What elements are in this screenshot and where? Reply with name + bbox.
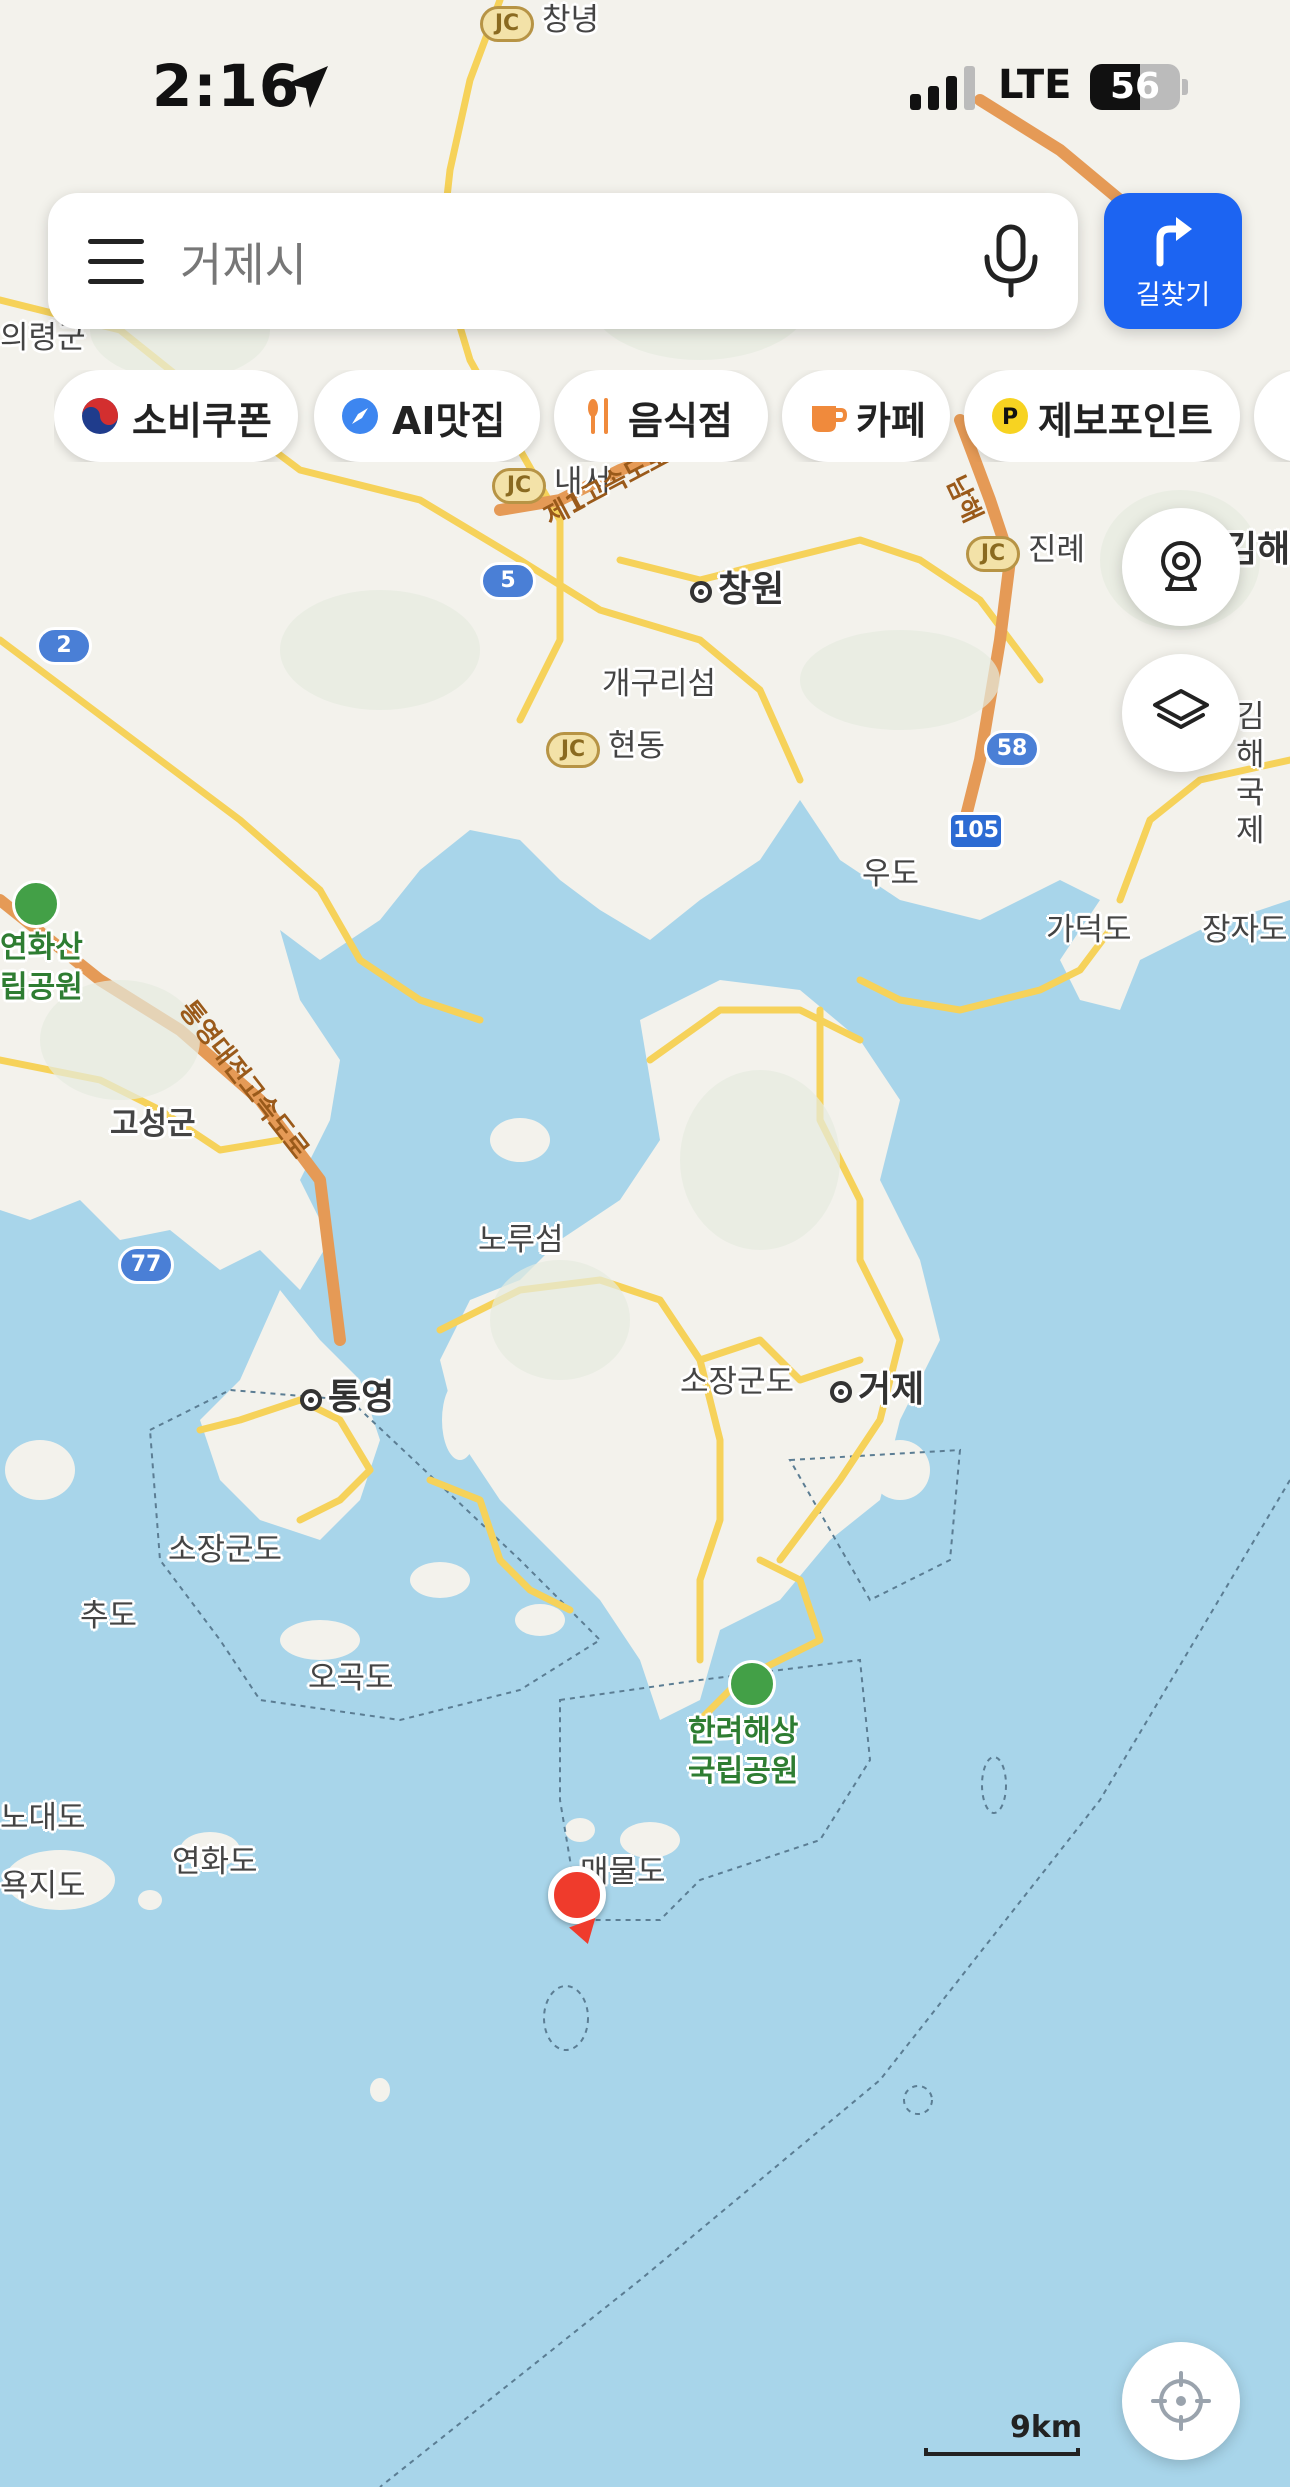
menu-line [88,239,144,244]
map-label-hallyeo-park: 한려해상 국립공원 [688,1714,799,1789]
status-time: 2:16 [152,52,301,120]
chip-more[interactable] [1254,370,1290,462]
current-location-marker[interactable] [548,1866,606,1924]
map-label-hyeondong: JC 현동 [546,720,665,768]
pin-icon [1280,396,1290,436]
map-scale-label: 9km [1010,2410,1083,2445]
map-label-jillye: JC 진례 [966,524,1085,572]
crosshair-icon [1151,2371,1211,2431]
search-bar[interactable]: 거제시 [48,193,1078,329]
coffee-cup-icon [812,406,848,432]
directions-button[interactable]: 길찾기 [1104,193,1242,329]
map-label-gimhae-airport: 김해국제 [1236,699,1265,849]
park-tree-icon [12,880,60,928]
chip-label: 제보포인트 [1038,399,1213,443]
map-label-gadeokdo: 가덕도 [1046,912,1132,948]
chip-label: 카페 [856,399,926,443]
city-marker-icon [300,1389,322,1411]
chip-consumer-coupon[interactable]: 소비쿠폰 [54,370,298,462]
chip-label: AI맛집 [392,399,506,443]
chip-label: 소비쿠폰 [132,399,272,443]
map-label-noruseom: 노루섬 [478,1222,564,1258]
status-bar: 2:16 LTE 56 [0,0,1290,170]
city-marker-icon [830,1381,852,1403]
map-label-yokjido: 욕지도 [0,1868,86,1904]
map-label-geojedo: 소장군도 [680,1364,795,1400]
utensils-icon [588,398,608,434]
map-label-changwon: 창원 [690,560,784,612]
map-label-yeonhwasan-park: 연화산 립공원 [0,930,83,1005]
jc-badge: JC [546,732,600,768]
menu-line [88,279,144,284]
map-label-sojanggundo: 소장군도 [168,1532,283,1568]
search-input[interactable]: 거제시 [180,229,307,295]
map-label-ogokdo: 오곡도 [308,1660,394,1696]
park-tree-icon [728,1660,776,1708]
city-marker-icon [690,581,712,603]
route-shield: 5 [480,562,536,600]
route-shield: 2 [36,627,92,665]
map-label-geoje: 거제 [830,1360,924,1412]
menu-line [88,259,144,264]
cellular-signal-icon [910,66,975,110]
map-label-nodaedo: 노대도 [0,1800,86,1836]
street-view-camera-icon [1161,541,1201,591]
directions-label: 길찾기 [1135,280,1211,311]
route-shield: 77 [118,1246,174,1284]
jc-badge: JC [966,536,1020,572]
map-label-udo: 우도 [862,856,920,892]
layers-button[interactable] [1122,654,1240,772]
compass-icon [342,398,378,434]
layers-icon [1153,689,1209,729]
chip-report-point[interactable]: P 제보포인트 [964,370,1240,462]
turn-right-arrow-icon [1156,217,1192,267]
route-shield: 105 [948,812,1004,850]
battery-tip [1182,79,1188,95]
point-p-icon: P [992,398,1028,434]
category-chips: 소비쿠폰 AI맛집 음식점 카페 P 제보포인트 [54,370,1290,462]
map-label-tongyeong: 통영 [300,1368,394,1420]
chip-restaurant[interactable]: 음식점 [554,370,768,462]
map-scale-bar [924,2448,1080,2456]
street-view-button[interactable] [1122,508,1240,626]
microphone-icon[interactable] [978,223,1044,299]
hamburger-menu-icon[interactable] [88,233,144,289]
chip-cafe[interactable]: 카페 [782,370,950,462]
map-label-gaegurisum: 개구리섬 [602,666,717,702]
korea-taegeuk-icon [82,398,118,434]
my-location-button[interactable] [1122,2342,1240,2460]
battery-percent: 56 [1109,66,1161,107]
location-arrow-icon [286,66,328,108]
chip-label: 음식점 [628,399,733,443]
map-label-goseong: 고성군 [110,1106,196,1142]
route-shield: 58 [984,730,1040,768]
map-label-chudo: 추도 [80,1598,138,1634]
map-label-jangjado: 장자도 [1202,912,1288,948]
battery-body: 56 [1090,64,1180,110]
map-label-yeonhwado: 연화도 [172,1844,258,1880]
network-type: LTE [998,62,1072,108]
chip-ai-restaurant[interactable]: AI맛집 [314,370,540,462]
battery-icon: 56 [1090,64,1190,110]
svg-text:P: P [1002,405,1018,430]
